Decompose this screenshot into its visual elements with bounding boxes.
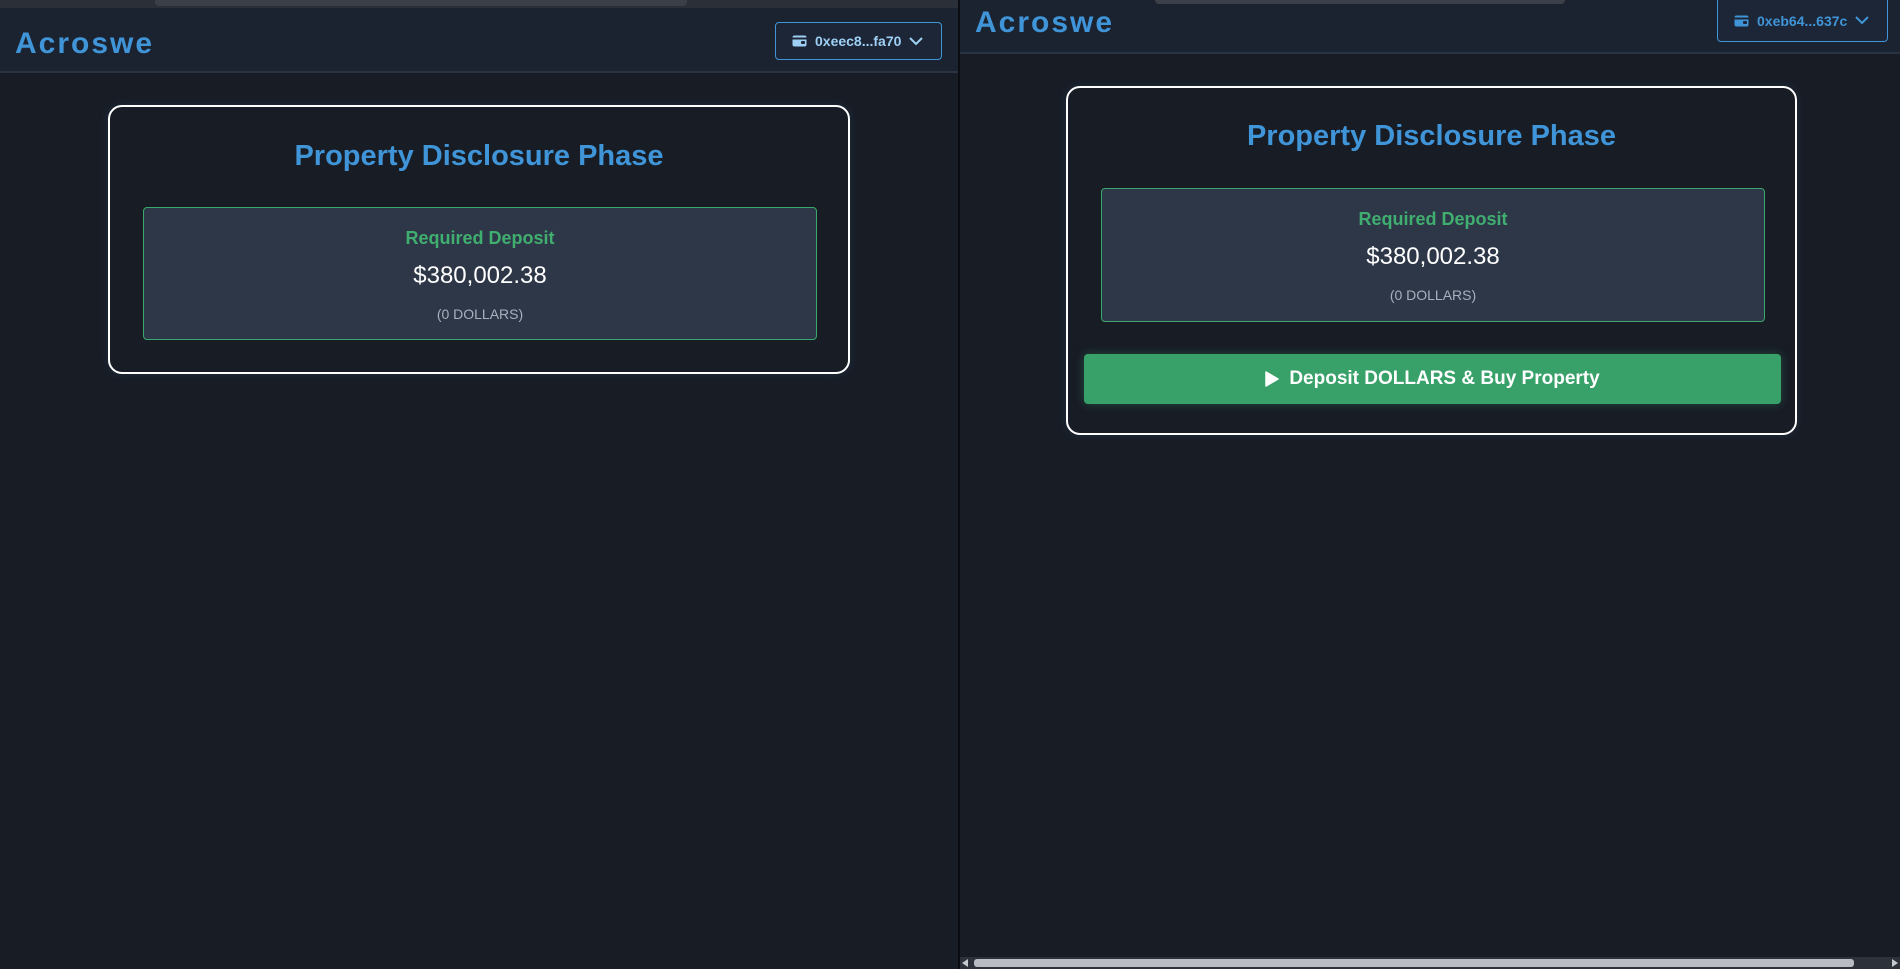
disclosure-card: Property Disclosure Phase Required Depos… <box>1066 86 1797 435</box>
deposit-buy-label: Deposit DOLLARS & Buy Property <box>1289 368 1600 389</box>
app-header: Acroswe 0xeec8...fa70 <box>0 8 958 73</box>
deposit-subtext: (0 DOLLARS) <box>1389 287 1477 303</box>
deposit-label: Required Deposit <box>1358 209 1508 229</box>
deposit-amount: $380,002.38 <box>1366 243 1500 270</box>
wallet-button[interactable]: 0xeb64...637c <box>1717 0 1888 42</box>
disclosure-card: Property Disclosure Phase Required Depos… <box>108 105 850 374</box>
deposit-subtext: (0 DOLLARS) <box>436 306 524 322</box>
right-window: Acroswe 0xeb64...637c Property Disclosur… <box>960 0 1900 969</box>
card-title: Property Disclosure Phase <box>1246 120 1617 152</box>
deposit-buy-button[interactable]: Deposit DOLLARS & Buy Property <box>1084 354 1781 404</box>
wallet-button[interactable]: 0xeec8...fa70 <box>775 22 942 60</box>
wallet-address: 0xeec8...fa70 <box>815 33 902 49</box>
brand-logo[interactable]: Acroswe <box>975 6 1114 40</box>
app-header: Acroswe 0xeb64...637c <box>960 0 1900 54</box>
wallet-address: 0xeb64...637c <box>1757 12 1848 29</box>
brand-logo[interactable]: Acroswe <box>15 27 154 61</box>
deposit-amount: $380,002.38 <box>413 262 547 289</box>
deposit-label: Required Deposit <box>405 228 555 248</box>
wallet-icon <box>1734 15 1749 26</box>
scroll-left-arrow-icon[interactable] <box>962 959 968 967</box>
play-icon <box>1265 371 1280 387</box>
horizontal-scrollbar[interactable] <box>960 957 1900 969</box>
top-scrollbar[interactable] <box>0 0 958 8</box>
chevron-down-icon <box>909 36 924 45</box>
left-window: Acroswe 0xeec8...fa70 Property Disclosur… <box>0 0 958 969</box>
chevron-down-icon <box>1855 16 1870 25</box>
top-scrollbar-thumb-right[interactable] <box>1155 0 1565 4</box>
required-deposit-box: Required Deposit $380,002.38 (0 DOLLARS) <box>143 207 817 340</box>
scroll-right-arrow-icon[interactable] <box>1892 959 1898 967</box>
horizontal-scrollbar-thumb[interactable] <box>974 959 1854 967</box>
top-scrollbar-thumb[interactable] <box>155 0 687 6</box>
required-deposit-box: Required Deposit $380,002.38 (0 DOLLARS) <box>1101 188 1765 322</box>
card-title: Property Disclosure Phase <box>294 140 664 172</box>
wallet-icon <box>792 35 807 47</box>
